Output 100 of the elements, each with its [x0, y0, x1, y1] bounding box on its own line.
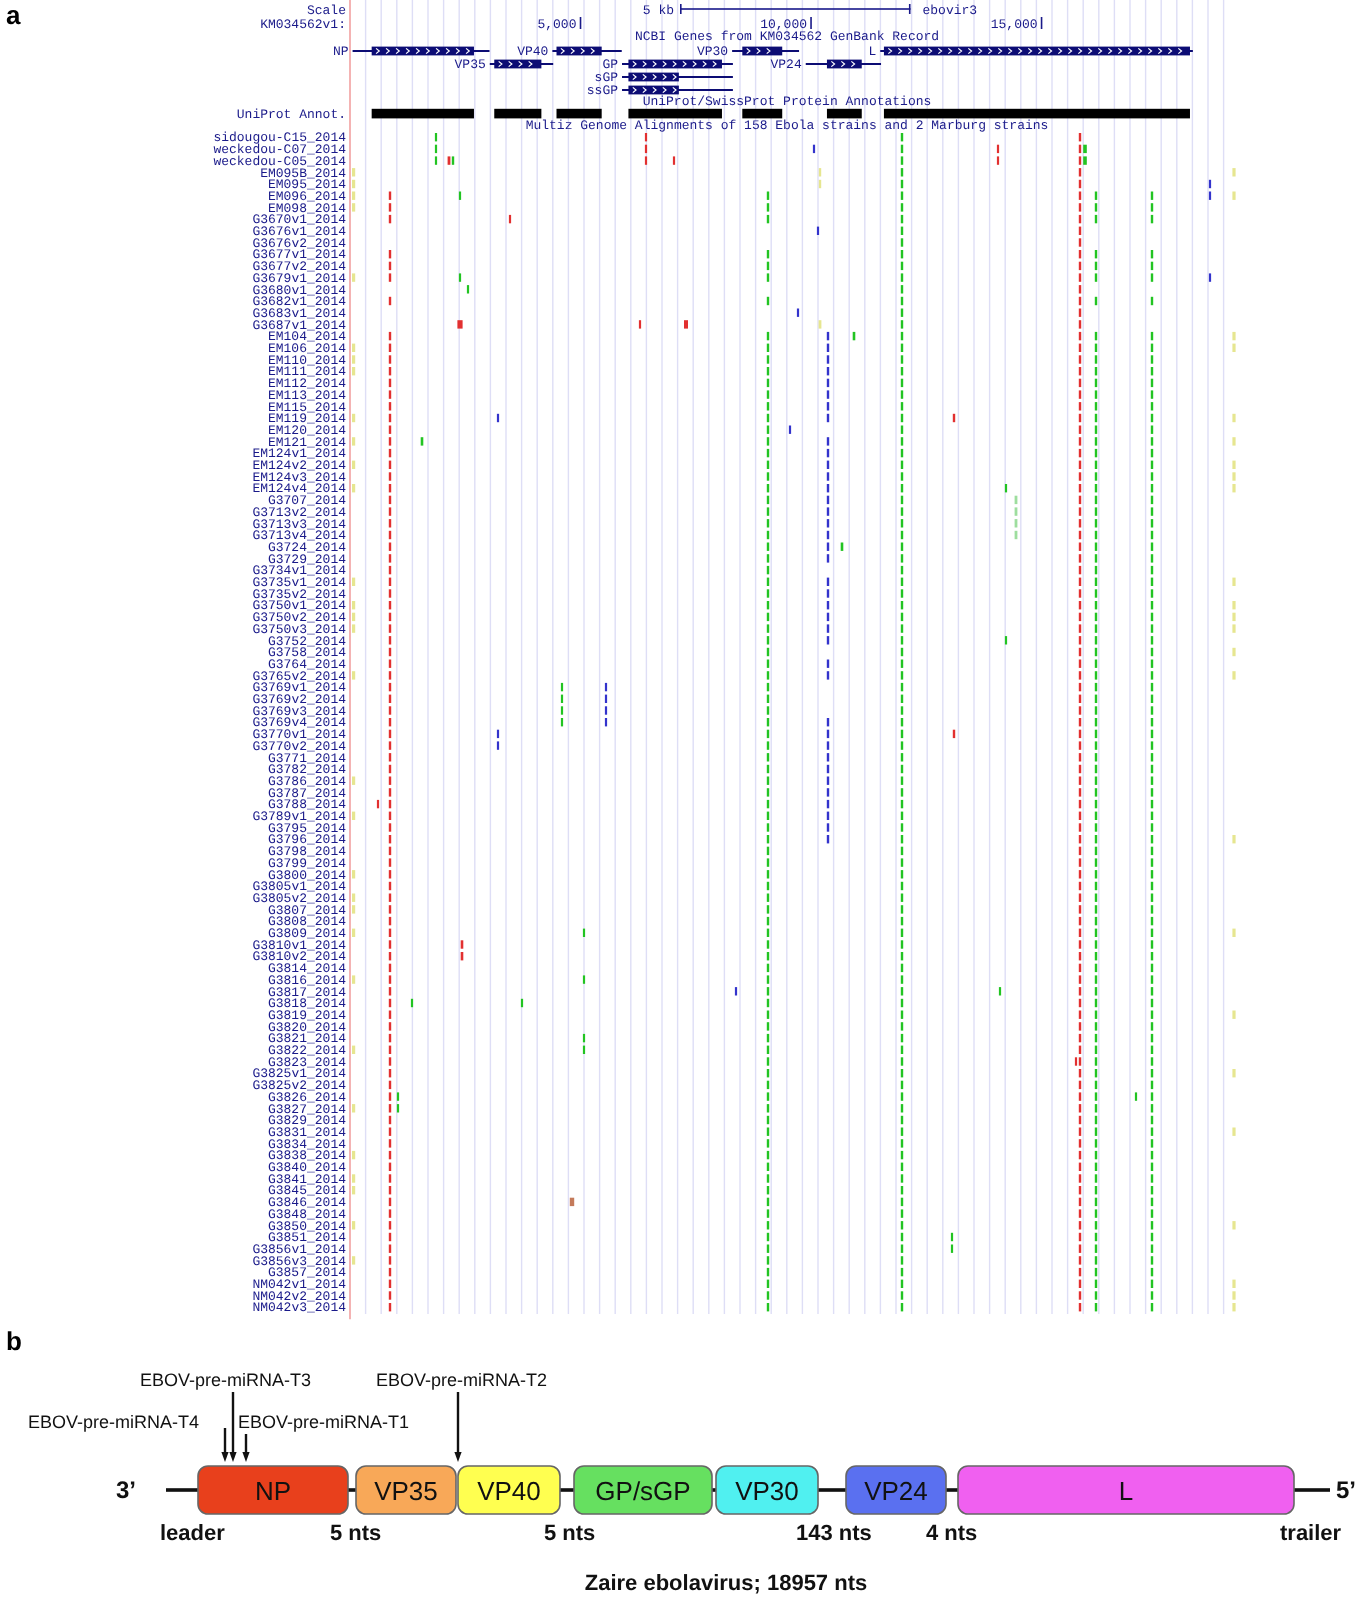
gene-bar [489, 59, 554, 69]
variant-mark [457, 320, 463, 329]
variant-mark [352, 870, 356, 879]
variant-mark [998, 987, 1002, 996]
variant-mark [508, 214, 512, 224]
variant-mark [352, 437, 356, 446]
variant-mark [352, 1150, 356, 1160]
variant-mark [410, 998, 414, 1008]
junction-label: leader [160, 1522, 225, 1546]
gene-bar [622, 85, 733, 95]
variant-mark [1232, 168, 1236, 177]
gene-segment: VP30 [715, 1465, 819, 1515]
variant-mark [816, 226, 820, 235]
variant-mark [352, 273, 356, 282]
panel-label: b [6, 1326, 22, 1356]
junction-label: 143 nts [796, 1522, 872, 1546]
variant-mark [1232, 1010, 1236, 1019]
variant-mark [604, 682, 608, 727]
gene-bar [352, 46, 490, 56]
variant-mark [818, 168, 822, 189]
junction-label: 4 nts [926, 1522, 978, 1546]
gene-segment: VP24 [845, 1465, 947, 1515]
gene-bar [732, 46, 800, 56]
variant-mark [734, 987, 738, 996]
variant-mark [1004, 636, 1008, 645]
variant-mark [1232, 191, 1236, 200]
variant-mark [1232, 437, 1236, 446]
variant-mark [434, 133, 438, 165]
end-label: 3’ [116, 1476, 137, 1504]
variant-mark [352, 671, 356, 680]
variant-mark [352, 811, 356, 820]
gene-bar [622, 59, 733, 69]
variant-mark [396, 1092, 400, 1113]
variant-mark [352, 577, 356, 586]
variant-mark [352, 1104, 356, 1113]
mirna-label: EBOV-pre-miRNA-T2 [376, 1370, 548, 1390]
variant-mark [1232, 1069, 1236, 1078]
variant-mark [496, 413, 500, 423]
variant-mark [352, 460, 356, 469]
variant-mark [638, 320, 642, 329]
variant-mark [952, 413, 956, 423]
protein-annotation-bar [826, 108, 862, 119]
gene-segment: GP/sGP [573, 1465, 713, 1515]
variant-mark [812, 144, 816, 154]
junction-label: 5 nts [544, 1522, 596, 1546]
protein-annotation-bar [742, 108, 783, 119]
variant-mark [788, 425, 792, 434]
variant-mark [672, 156, 676, 165]
gene-bar [805, 59, 882, 69]
variant-mark [684, 320, 688, 329]
variant-mark [1232, 1221, 1236, 1230]
variant-mark [1208, 179, 1212, 200]
variant-mark [644, 133, 648, 165]
variant-mark [1208, 273, 1212, 282]
variant-mark [352, 928, 356, 937]
gene-segment: L [957, 1465, 1295, 1515]
variant-mark [1232, 413, 1236, 423]
mirna-label: EBOV-pre-miRNA-T4 [28, 1412, 200, 1432]
variant-mark [1232, 1127, 1236, 1136]
variant-mark [520, 998, 524, 1008]
variant-mark [352, 413, 356, 423]
variant-mark [458, 191, 462, 200]
variant-mark [1074, 1057, 1078, 1066]
ruler-tick [810, 17, 812, 29]
variant-mark [1232, 928, 1236, 937]
variant-mark [996, 144, 1000, 165]
variant-mark [1232, 835, 1236, 844]
variant-mark [460, 940, 464, 961]
protein-annotation-bar [628, 108, 722, 119]
arrow [242, 1434, 250, 1462]
variant-mark [952, 729, 956, 739]
genome-line [166, 1488, 198, 1492]
variant-mark [376, 799, 380, 809]
variant-mark [352, 975, 356, 984]
variant-mark [796, 308, 800, 317]
variant-mark [496, 729, 500, 750]
variant-mark [1134, 1092, 1138, 1101]
gene-segment: NP [197, 1465, 349, 1515]
gene-bar [622, 72, 733, 82]
variant-mark [1014, 495, 1018, 540]
ruler-tick [579, 17, 582, 29]
variant-mark [352, 484, 356, 493]
variant-mark [1083, 144, 1087, 165]
mirna-label: EBOV-pre-miRNA-T1 [238, 1412, 410, 1432]
end-label: 5’ [1336, 1476, 1357, 1504]
variant-mark [352, 776, 356, 785]
variant-mark [1232, 647, 1236, 657]
variant-mark [352, 1045, 356, 1054]
variant-mark [420, 437, 424, 446]
ruler-tick [1040, 17, 1043, 29]
variant-mark [818, 320, 822, 329]
gene-segment: VP40 [457, 1465, 561, 1515]
variant-mark [582, 1033, 586, 1054]
junction-label: trailer [1280, 1522, 1342, 1546]
panel-label: a [6, 0, 21, 30]
variant-mark [1004, 484, 1008, 493]
variant-mark [1232, 577, 1236, 586]
variant-mark [352, 1221, 356, 1230]
gene-segment: VP35 [355, 1465, 457, 1515]
arrow [454, 1392, 462, 1462]
